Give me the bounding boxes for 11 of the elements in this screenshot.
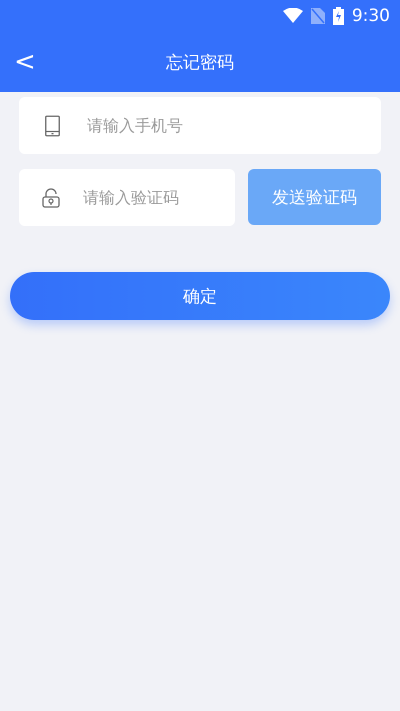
status-time: 9:30 bbox=[352, 6, 390, 26]
battery-icon bbox=[332, 7, 344, 25]
phone-input-field[interactable]: 请输入手机号 bbox=[19, 97, 381, 154]
code-input-field[interactable]: 请输入验证码 bbox=[19, 169, 235, 226]
lock-icon bbox=[42, 188, 60, 208]
no-sim-icon bbox=[310, 8, 325, 24]
back-button[interactable]: < bbox=[8, 47, 42, 77]
page-title: 忘记密码 bbox=[166, 52, 234, 74]
phone-icon bbox=[45, 115, 60, 136]
wifi-icon bbox=[282, 8, 303, 24]
confirm-button[interactable]: 确定 bbox=[10, 272, 390, 320]
